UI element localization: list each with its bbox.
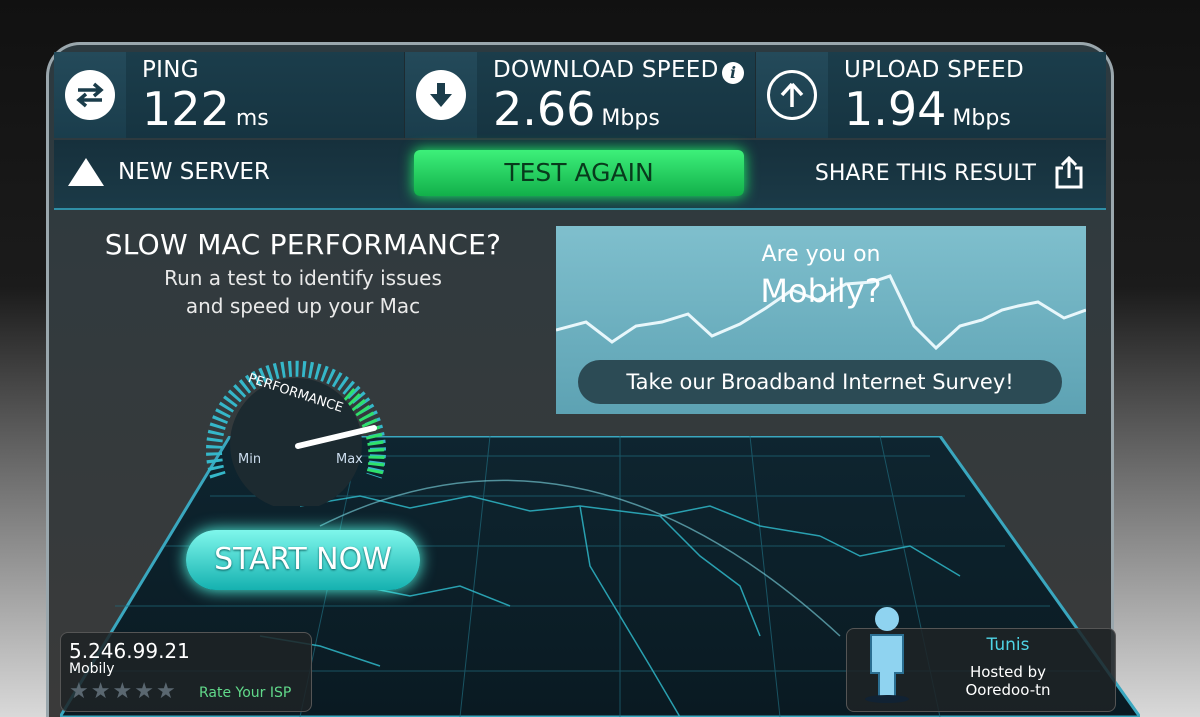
server-person-icon bbox=[865, 607, 909, 703]
share-label: SHARE THIS RESULT bbox=[814, 160, 1036, 186]
download-unit: Mbps bbox=[601, 105, 660, 131]
isp-rating-stars[interactable]: ★ ★ ★ ★ ★ bbox=[69, 679, 176, 704]
new-server-label: NEW SERVER bbox=[118, 159, 270, 185]
ping-arrows-icon bbox=[65, 70, 115, 120]
client-ip: 5.246.99.21 bbox=[69, 639, 190, 663]
download-label: DOWNLOAD SPEED bbox=[493, 56, 719, 83]
survey-question-2: Mobily? bbox=[760, 272, 882, 310]
isp-survey-ad[interactable]: Are you on Mobily? Take our Broadband In… bbox=[556, 226, 1086, 414]
download-arrow-icon bbox=[416, 70, 466, 120]
rate-isp-link[interactable]: Rate Your ISP bbox=[199, 685, 291, 701]
ad-line-2: and speed up your Mac bbox=[185, 294, 421, 318]
action-bar: NEW SERVER TEST AGAIN SHARE THIS RESULT bbox=[54, 140, 1106, 210]
server-info: Tunis Hosted by Ooredoo-tn bbox=[846, 607, 1116, 712]
gauge-min: Min bbox=[238, 452, 262, 467]
info-icon[interactable]: i bbox=[722, 62, 744, 84]
upload-stat: UPLOAD SPEED 1.94 Mbps bbox=[756, 52, 1106, 138]
upload-unit: Mbps bbox=[952, 105, 1011, 131]
gauge-max: Max bbox=[336, 452, 363, 467]
ad-line-1: Run a test to identify issues bbox=[164, 266, 442, 290]
results-header: PING 122 ms DOWNLOAD SPEED 2.66 Mbps UPL… bbox=[54, 52, 1106, 138]
server-triangle-icon bbox=[68, 158, 104, 186]
star-icon[interactable]: ★ bbox=[112, 679, 132, 704]
ping-value: 122 bbox=[142, 81, 230, 136]
survey-question-1: Are you on bbox=[761, 242, 881, 267]
download-stat: DOWNLOAD SPEED 2.66 Mbps bbox=[405, 52, 756, 138]
server-city: Tunis bbox=[986, 635, 1030, 655]
performance-gauge: PERFORMANCE Min Max bbox=[198, 346, 394, 510]
client-isp: Mobily bbox=[69, 661, 115, 677]
star-icon[interactable]: ★ bbox=[69, 679, 89, 704]
share-result-button[interactable]: SHARE THIS RESULT bbox=[815, 156, 1084, 190]
start-now-button[interactable]: START NOW bbox=[186, 530, 420, 590]
client-info: 5.246.99.21 Mobily ★ ★ ★ ★ ★ Rate Your I… bbox=[60, 632, 312, 712]
star-icon[interactable]: ★ bbox=[134, 679, 154, 704]
server-host: Ooredoo-tn bbox=[965, 681, 1051, 699]
download-value: 2.66 bbox=[493, 81, 596, 136]
survey-button[interactable]: Take our Broadband Internet Survey! bbox=[578, 360, 1062, 404]
upload-arrow-icon bbox=[767, 70, 817, 120]
ping-stat: PING 122 ms bbox=[54, 52, 405, 138]
star-icon[interactable]: ★ bbox=[91, 679, 111, 704]
hosted-by-label: Hosted by bbox=[969, 663, 1047, 681]
upload-value: 1.94 bbox=[844, 81, 947, 136]
star-icon[interactable]: ★ bbox=[156, 679, 176, 704]
upload-label: UPLOAD SPEED bbox=[844, 56, 1024, 83]
ping-unit: ms bbox=[235, 105, 269, 131]
share-icon bbox=[1055, 156, 1083, 189]
ping-label: PING bbox=[142, 56, 199, 83]
new-server-button[interactable]: NEW SERVER bbox=[68, 158, 270, 186]
ad-title: SLOW MAC PERFORMANCE? bbox=[104, 228, 502, 261]
test-again-button[interactable]: TEST AGAIN bbox=[414, 150, 744, 196]
